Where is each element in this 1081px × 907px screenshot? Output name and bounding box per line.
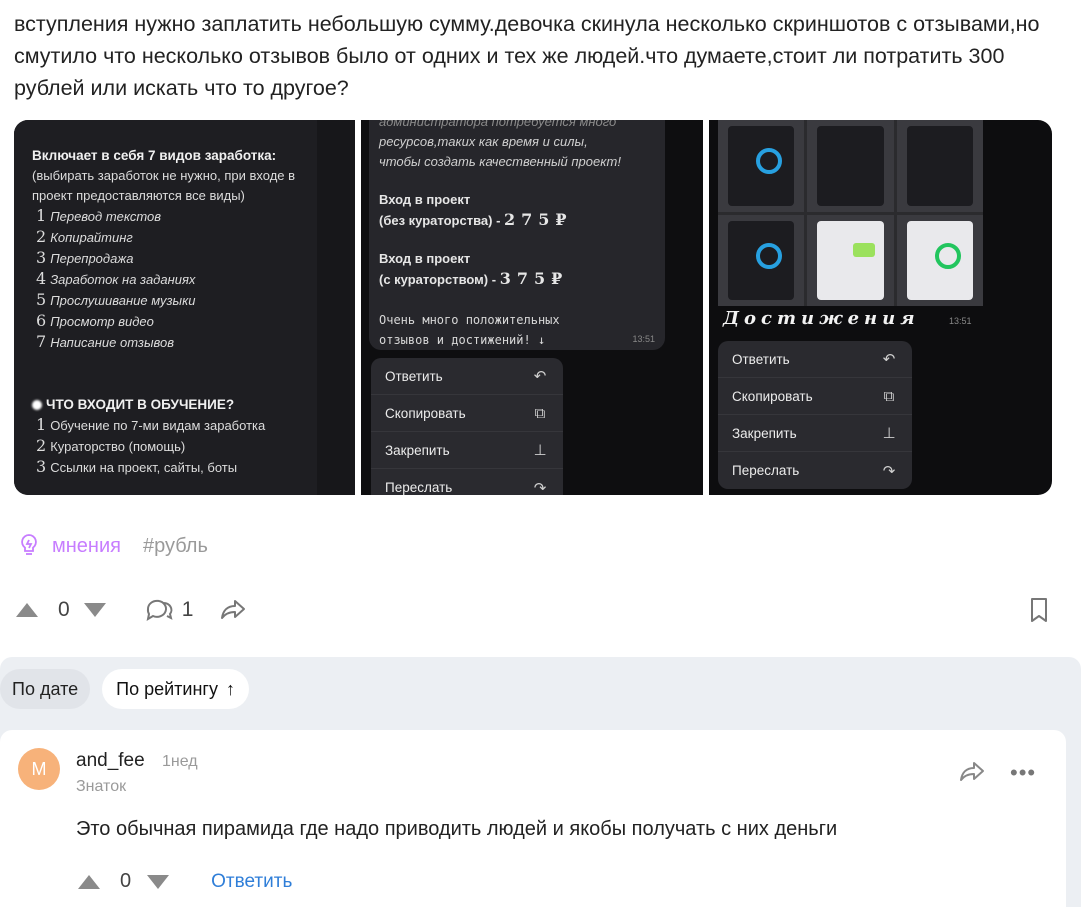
menu-copy: Скопировать ⧉ — [718, 378, 912, 415]
share-button[interactable] — [219, 598, 247, 622]
menu-forward: Переслать ↷ — [371, 469, 563, 496]
pin-icon: ⊥ — [533, 442, 547, 459]
list-item: 6 Просмотр видео — [36, 311, 154, 330]
price-no-curator: Вход в проект (без кураторства) - 275₽ — [379, 192, 573, 229]
lightbulb-icon — [21, 534, 37, 555]
achievements-title: Достижения — [723, 308, 920, 329]
earnings-list: 1 Перевод текстов 2 Копирайтинг 3 Перепрода… — [32, 206, 317, 353]
arrow-up-icon: ↑ — [225, 678, 235, 699]
gallery-image-2[interactable]: администратора потребуется много ресурсо… — [361, 120, 703, 495]
comment-vote-count: 0 — [120, 870, 132, 892]
reviews-note: Очень много положительных отзывов и дост… — [379, 313, 560, 347]
comment: M and_fee 1нед Знаток ••• Это обычная пи… — [0, 730, 1066, 907]
comment-icon — [146, 599, 173, 622]
bullet-icon — [32, 400, 42, 411]
list-item: 2 Копирайтинг — [36, 227, 133, 246]
share-icon — [221, 600, 246, 619]
tag-ruble[interactable]: #рубль — [143, 535, 208, 558]
menu-pin: Закрепить ⊥ — [718, 415, 912, 452]
training-heading: ЧТО ВХОДИТ В ОБУЧЕНИЕ? — [32, 395, 317, 415]
sort-by-rating-button[interactable]: По рейтингу ↑ — [102, 669, 249, 709]
comment-username[interactable]: and_fee — [76, 750, 145, 772]
post-tags: мнения #рубль — [16, 532, 208, 560]
list-item: 7 Написание отзывов — [36, 332, 175, 351]
menu-pin: Закрепить ⊥ — [371, 432, 563, 469]
post-text: вступления нужно заплатить небольшую сум… — [14, 12, 1040, 100]
pin-icon: ⊥ — [882, 425, 896, 442]
downvote-icon[interactable] — [83, 603, 106, 617]
list-item: 5 Прослушивание музыки — [36, 290, 196, 309]
comment-time: 1нед — [162, 753, 198, 770]
list-item: 4 Заработок на заданиях — [36, 269, 196, 288]
comment-actions: 0 Ответить — [78, 870, 292, 893]
message-intro: администратора потребуется много ресурсо… — [379, 120, 621, 169]
collage-tile — [896, 120, 983, 212]
sort-rating-label: По рейтингу — [116, 678, 218, 699]
comment-count: 1 — [181, 598, 194, 621]
user-rank: Знаток — [76, 778, 127, 795]
share-icon[interactable] — [958, 760, 986, 784]
gallery-image-3[interactable]: Достижения 13:51 Ответить ↶ Скопировать ⧉ … — [709, 120, 1052, 495]
training-list: 1 Обучение по 7-ми видам заработка 2 Курат… — [32, 415, 317, 478]
downvote-icon[interactable] — [147, 874, 170, 889]
screenshot-text: Включает в себя 7 видов заработка: (выби… — [32, 146, 317, 478]
list-item: 1 Обучение по 7-ми видам заработка — [36, 415, 266, 434]
collage-tile — [718, 120, 805, 212]
bookmark-icon[interactable] — [1028, 597, 1050, 623]
list-item: 3 Ссылки на проект, сайты, боты — [36, 457, 238, 476]
upvote-icon[interactable] — [78, 874, 100, 889]
collage-tile — [896, 214, 983, 306]
menu-reply: Ответить ↶ — [371, 358, 563, 395]
reply-link[interactable]: Ответить — [211, 871, 292, 893]
comments-button[interactable]: 1 — [144, 597, 194, 623]
list-item: 2 Кураторство (помощь) — [36, 436, 186, 455]
comments-section: По дате По рейтингу ↑ M and_fee 1нед Зна… — [0, 657, 1081, 907]
forward-icon: ↷ — [533, 479, 547, 496]
copy-icon: ⧉ — [534, 404, 546, 422]
image-gallery[interactable]: Включает в себя 7 видов заработка: (выби… — [14, 120, 1052, 495]
message-bubble: администратора потребуется много ресурсо… — [369, 120, 665, 350]
earnings-heading: Включает в себя 7 видов заработка: — [32, 148, 277, 163]
menu-forward: Переслать ↷ — [718, 452, 912, 489]
reply-icon: ↶ — [882, 351, 896, 368]
achievements-collage — [718, 120, 983, 306]
copy-icon: ⧉ — [883, 387, 895, 405]
collage-tile — [718, 214, 805, 306]
comment-text: Это обычная пирамида где надо приводить … — [76, 818, 838, 840]
context-menu: Ответить ↶ Скопировать ⧉ Закрепить ⊥ Пересл… — [718, 341, 912, 489]
message-time: 13:51 — [632, 334, 655, 344]
collage-tile — [807, 120, 894, 212]
sort-bar: По дате По рейтингу ↑ — [0, 669, 249, 709]
more-options-icon[interactable]: ••• — [1010, 760, 1036, 786]
reply-icon: ↶ — [533, 368, 547, 385]
vote-count: 0 — [58, 598, 70, 621]
menu-copy: Скопировать ⧉ — [371, 395, 563, 432]
sort-by-date-button[interactable]: По дате — [0, 669, 91, 709]
list-item: 1 Перевод текстов — [36, 206, 162, 225]
post-actions: 0 1 — [16, 593, 1056, 627]
context-menu: Ответить ↶ Скопировать ⧉ Закрепить ⊥ Пересл… — [371, 358, 563, 495]
price-with-curator: Вход в проект (с кураторством) - 375₽ — [379, 251, 569, 288]
avatar[interactable]: M — [18, 748, 60, 790]
tag-opinions[interactable]: мнения — [52, 535, 121, 558]
upvote-icon[interactable] — [16, 603, 38, 617]
list-item: 3 Перепродажа — [36, 248, 134, 267]
message-time: 13:51 — [949, 316, 972, 326]
collage-tile — [807, 214, 894, 306]
forward-icon: ↷ — [882, 462, 896, 480]
menu-reply: Ответить ↶ — [718, 341, 912, 378]
gallery-image-1[interactable]: Включает в себя 7 видов заработка: (выби… — [14, 120, 355, 495]
earnings-subheading: (выбирать заработок не нужно, при входе … — [32, 168, 296, 203]
